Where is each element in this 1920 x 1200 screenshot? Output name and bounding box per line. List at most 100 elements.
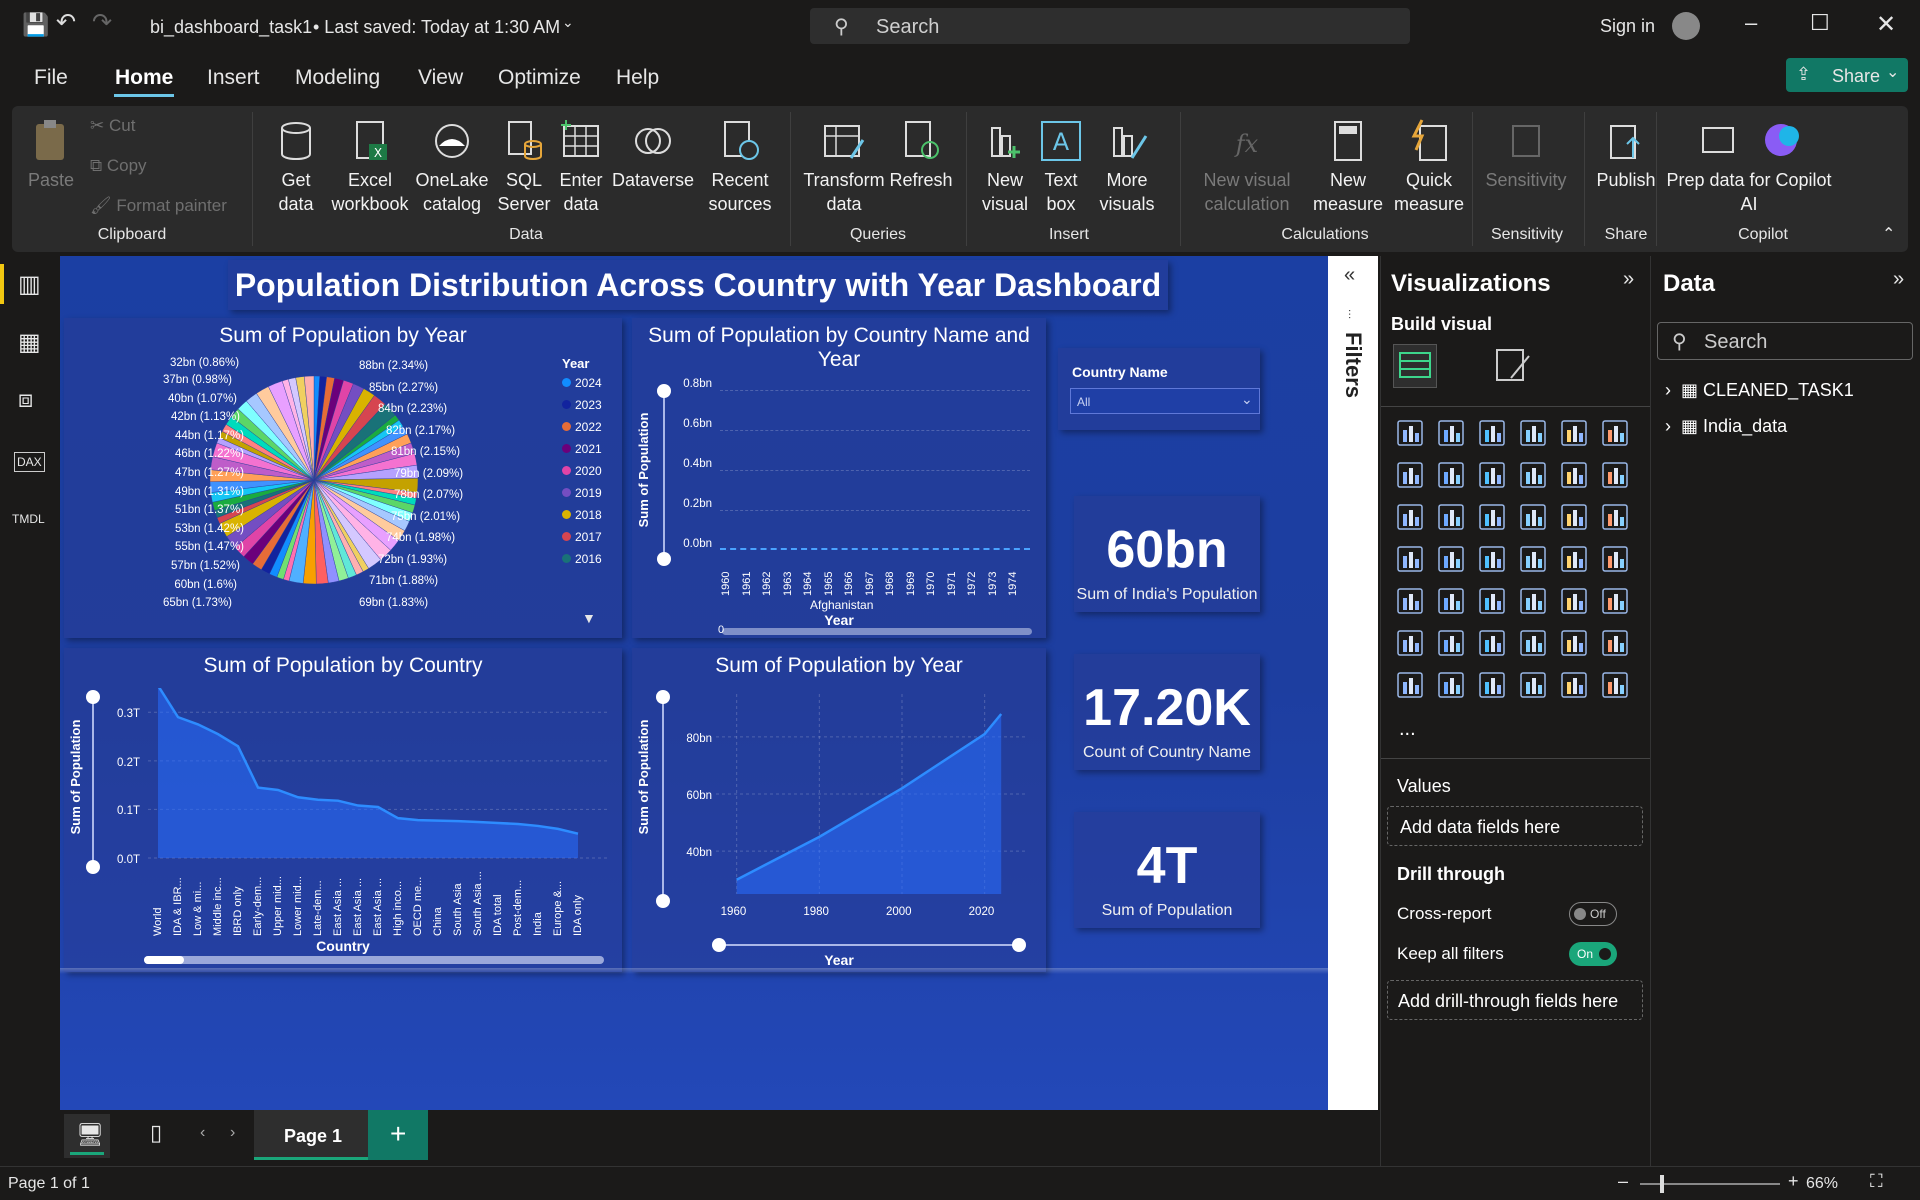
power-apps-icon[interactable] bbox=[1436, 670, 1466, 700]
table-view-icon[interactable]: ▦ bbox=[18, 328, 41, 357]
area-chart-icon[interactable] bbox=[1436, 460, 1466, 490]
decomposition-icon[interactable] bbox=[1477, 628, 1507, 658]
zoom-handle[interactable] bbox=[657, 552, 671, 566]
qa-icon[interactable] bbox=[1518, 628, 1548, 658]
country-slicer[interactable]: Country Name All ⌄ bbox=[1058, 348, 1260, 430]
ribbon-chart-icon[interactable] bbox=[1395, 502, 1425, 532]
custom-icon[interactable] bbox=[1518, 670, 1548, 700]
format-visual-tab[interactable] bbox=[1491, 344, 1535, 388]
donut-icon[interactable] bbox=[1600, 502, 1630, 532]
new-measure-button[interactable]: New measure bbox=[1306, 118, 1390, 216]
menu-file[interactable]: File bbox=[34, 62, 68, 94]
build-visual-tab[interactable] bbox=[1393, 344, 1437, 388]
x-zoom-slider[interactable] bbox=[718, 944, 1018, 946]
zoom-handle[interactable] bbox=[656, 690, 670, 704]
excel-button[interactable]: X Excel workbook bbox=[330, 118, 410, 216]
maximize-icon[interactable]: ☐ bbox=[1810, 10, 1830, 36]
add-page-button[interactable]: + bbox=[368, 1110, 428, 1160]
new-visual-calculation-button[interactable]: fx New visual calculation bbox=[1192, 118, 1302, 216]
python-visual-icon[interactable] bbox=[1395, 628, 1425, 658]
minimize-icon[interactable]: – bbox=[1745, 10, 1757, 36]
transform-data-button[interactable]: Transform data bbox=[802, 118, 886, 216]
year-area-visual[interactable]: Sum of Population by Year Sum of Populat… bbox=[632, 648, 1046, 972]
cut-button[interactable]: ✂ Cut bbox=[90, 116, 135, 136]
model-view-icon[interactable]: ⧈ bbox=[18, 386, 33, 414]
menu-home[interactable]: Home bbox=[115, 62, 173, 94]
quick-measure-button[interactable]: Quick measure bbox=[1392, 118, 1466, 216]
pie-icon[interactable] bbox=[1559, 502, 1589, 532]
paste-button[interactable]: Paste bbox=[26, 118, 76, 192]
share-button[interactable]: ⇪ Share ⌄ bbox=[1786, 58, 1908, 92]
clustered-bar-icon[interactable] bbox=[1477, 418, 1507, 448]
zoom-handle[interactable] bbox=[1012, 938, 1026, 952]
map-icon[interactable] bbox=[1436, 544, 1466, 574]
avatar[interactable] bbox=[1672, 12, 1700, 40]
collapse-viz-icon[interactable]: » bbox=[1623, 268, 1634, 291]
goals-icon[interactable] bbox=[1600, 628, 1630, 658]
y-zoom-slider[interactable] bbox=[663, 390, 665, 558]
100-column-icon[interactable] bbox=[1600, 418, 1630, 448]
bar-chart-visual[interactable]: Sum of Population by Country Name and Ye… bbox=[632, 318, 1046, 638]
expand-filters-icon[interactable]: « bbox=[1344, 264, 1355, 287]
chevron-down-icon[interactable]: ⌄ bbox=[562, 14, 574, 31]
stacked-column-icon[interactable] bbox=[1436, 418, 1466, 448]
drill-through-drop-zone[interactable]: Add drill-through fields here bbox=[1387, 980, 1643, 1020]
publish-button[interactable]: Publish bbox=[1590, 118, 1662, 192]
zoom-handle[interactable] bbox=[86, 860, 100, 874]
zoom-handle[interactable] bbox=[712, 938, 726, 952]
get-data-button[interactable]: Get data bbox=[266, 118, 326, 216]
chevron-icon[interactable] bbox=[1600, 670, 1630, 700]
table-icon[interactable] bbox=[1518, 586, 1548, 616]
diamond-icon[interactable] bbox=[1559, 670, 1589, 700]
values-drop-zone[interactable]: Add data fields here bbox=[1387, 806, 1643, 846]
key-influencers-icon[interactable] bbox=[1436, 628, 1466, 658]
r-visual-icon[interactable] bbox=[1600, 586, 1630, 616]
zoom-handle[interactable] bbox=[656, 894, 670, 908]
zoom-out-icon[interactable]: – bbox=[1618, 1171, 1628, 1192]
line-chart-icon[interactable] bbox=[1395, 460, 1425, 490]
horizontal-scrollbar[interactable] bbox=[144, 956, 604, 964]
dataverse-button[interactable]: Dataverse bbox=[608, 118, 698, 192]
text-box-button[interactable]: A Text box bbox=[1036, 118, 1086, 216]
line-clustered-icon[interactable] bbox=[1600, 460, 1630, 490]
next-page-icon[interactable]: › bbox=[230, 1124, 235, 1142]
horizontal-scrollbar[interactable] bbox=[722, 628, 1032, 635]
sensitivity-button[interactable]: Sensitivity bbox=[1476, 118, 1576, 192]
collapse-data-icon[interactable]: » bbox=[1893, 268, 1904, 291]
zoom-thumb[interactable] bbox=[1660, 1175, 1664, 1193]
enter-data-button[interactable]: Enter data bbox=[556, 118, 606, 216]
sql-server-button[interactable]: SQL Server bbox=[494, 118, 554, 216]
narrative-icon[interactable] bbox=[1559, 628, 1589, 658]
prev-page-icon[interactable]: ‹ bbox=[200, 1124, 205, 1142]
card-india-population[interactable]: 60bn Sum of India's Population bbox=[1074, 496, 1260, 612]
pie-chart-visual[interactable]: Sum of Population by Year 32bn (0.86%) 37… bbox=[64, 318, 622, 638]
menu-modeling[interactable]: Modeling bbox=[295, 62, 380, 94]
funnel-icon[interactable] bbox=[1477, 502, 1507, 532]
scroll-thumb[interactable] bbox=[144, 956, 184, 964]
menu-optimize[interactable]: Optimize bbox=[498, 62, 581, 94]
azure-map-icon[interactable] bbox=[1518, 544, 1548, 574]
waterfall-icon[interactable] bbox=[1436, 502, 1466, 532]
redo-icon[interactable]: ↷ bbox=[92, 8, 112, 37]
dax-view-icon[interactable]: DAX bbox=[14, 452, 45, 472]
search-box[interactable]: ⚲ Search bbox=[810, 8, 1410, 44]
close-icon[interactable]: ✕ bbox=[1876, 10, 1896, 39]
matrix-icon[interactable] bbox=[1559, 586, 1589, 616]
multi-card-icon[interactable] bbox=[1395, 586, 1425, 616]
stacked-bar-icon[interactable] bbox=[1395, 418, 1425, 448]
y-zoom-slider[interactable] bbox=[662, 696, 664, 900]
more-visuals-ellipsis[interactable]: ... bbox=[1399, 718, 1416, 741]
country-area-visual[interactable]: Sum of Population by Country Sum of Popu… bbox=[64, 648, 622, 972]
card-total-population[interactable]: 4T Sum of Population bbox=[1074, 812, 1260, 928]
keep-filters-toggle[interactable]: On bbox=[1569, 942, 1617, 966]
refresh-button[interactable]: Refresh bbox=[888, 118, 954, 192]
line-column-icon[interactable] bbox=[1559, 460, 1589, 490]
menu-help[interactable]: Help bbox=[616, 62, 659, 94]
legend-scroll-down-icon[interactable]: ▼ bbox=[582, 610, 596, 626]
save-icon[interactable]: 💾 bbox=[22, 12, 49, 38]
page-tab[interactable]: Page 1 bbox=[254, 1110, 368, 1160]
copy-button[interactable]: ⧉ Copy bbox=[90, 156, 147, 176]
scatter-icon[interactable] bbox=[1518, 502, 1548, 532]
zoom-handle[interactable] bbox=[86, 690, 100, 704]
mobile-layout-icon[interactable]: ▯ bbox=[150, 1120, 162, 1146]
